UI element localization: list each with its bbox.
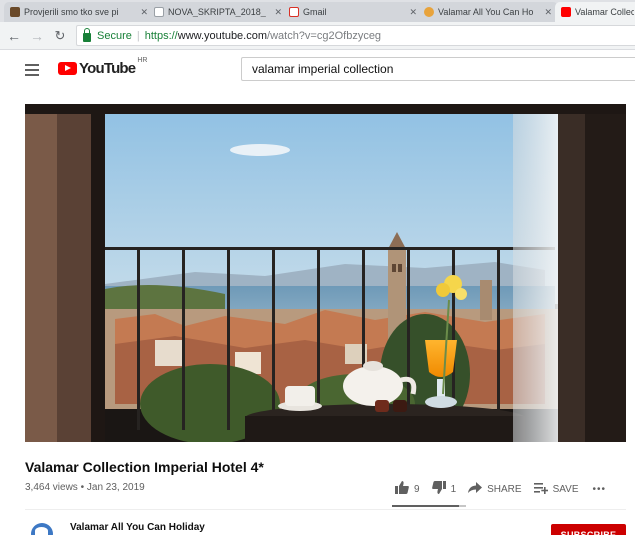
browser-tab-active[interactable]: Valamar Collec [555, 2, 635, 22]
view-count: 3,464 views [25, 482, 78, 493]
playlist-add-icon [533, 482, 548, 497]
divider [25, 509, 626, 510]
upload-date: Jan 23, 2019 [86, 482, 145, 493]
browser-toolbar: ← → ↻ Secure | https://www.youtube.com/w… [0, 22, 635, 50]
more-icon: ••• [592, 483, 607, 495]
more-actions-button[interactable]: ••• [593, 484, 607, 495]
security-label: Secure [97, 29, 132, 42]
channel-avatar[interactable] [31, 523, 53, 535]
sentiment-bar [392, 505, 466, 507]
play-logo-icon [58, 62, 77, 75]
save-label: SAVE [552, 483, 579, 495]
gmail-icon [289, 7, 299, 17]
browser-tab[interactable]: Provjerili smo tko sve pi ✕ [4, 2, 154, 22]
address-bar[interactable]: Secure | https://www.youtube.com/watch?v… [76, 25, 635, 46]
dislike-button[interactable]: 1 [431, 481, 457, 497]
site-favicon-icon [10, 7, 20, 17]
save-button[interactable]: SAVE [533, 482, 579, 497]
close-icon[interactable]: ✕ [274, 7, 282, 18]
forward-arrow-icon[interactable]: → [28, 27, 46, 45]
region-code: HR [137, 57, 148, 64]
address-separator: | [136, 29, 140, 42]
thumbs-down-icon [431, 481, 446, 497]
document-icon [154, 7, 164, 17]
video-player[interactable] [25, 104, 626, 442]
sentiment-bar-fill [392, 505, 459, 507]
dislike-count: 1 [450, 483, 457, 495]
meta-bullet: • [80, 482, 85, 493]
search-input[interactable]: valamar imperial collection [241, 57, 635, 81]
youtube-logo[interactable]: YouTube HR [58, 57, 148, 77]
close-icon[interactable]: ✕ [409, 7, 417, 18]
share-arrow-icon [468, 481, 483, 497]
hamburger-menu-icon[interactable] [25, 64, 39, 76]
like-count: 9 [414, 483, 420, 495]
thumbs-up-icon [395, 481, 409, 497]
channel-name[interactable]: Valamar All You Can Holiday [70, 522, 205, 533]
url-path: /watch?v=cg2Ofbzyceg [267, 29, 382, 42]
browser-tab[interactable]: Gmail ✕ [283, 2, 423, 22]
url-scheme: https:// [144, 29, 178, 42]
like-button[interactable]: 9 [395, 481, 420, 497]
close-icon[interactable]: ✕ [544, 7, 552, 18]
youtube-header: YouTube HR valamar imperial collection [0, 51, 635, 91]
video-actions: 9 1 SHARE SAVE ••• [395, 481, 618, 497]
reload-icon[interactable]: ↻ [51, 27, 69, 45]
back-arrow-icon[interactable]: ← [5, 27, 23, 45]
lock-icon [83, 27, 91, 42]
video-frame [25, 104, 626, 442]
share-label: SHARE [487, 483, 522, 495]
browser-tab[interactable]: NOVA_SKRIPTA_2018_ ✕ [148, 2, 288, 22]
subscribe-button[interactable]: SUBSCRIBE [551, 524, 626, 535]
close-icon[interactable]: ✕ [140, 7, 148, 18]
share-button[interactable]: SHARE [468, 481, 522, 497]
video-meta: 3,464 views • Jan 23, 2019 [25, 482, 145, 493]
youtube-favicon-icon [561, 7, 571, 17]
url-host: www.youtube.com [177, 29, 268, 42]
video-title: Valamar Collection Imperial Hotel 4* [25, 459, 264, 475]
browser-tab-strip: Provjerili smo tko sve pi ✕ NOVA_SKRIPTA… [0, 0, 635, 22]
site-favicon-icon [424, 7, 434, 17]
browser-tab[interactable]: Valamar All You Can Ho ✕ [418, 2, 558, 22]
